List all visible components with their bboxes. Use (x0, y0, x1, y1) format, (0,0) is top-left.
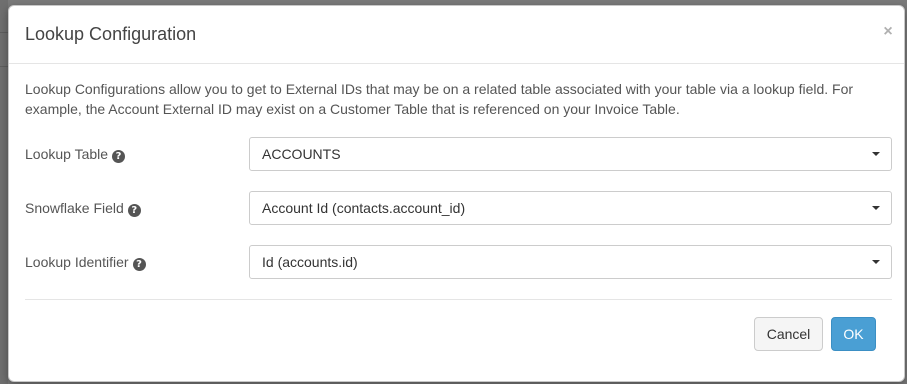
close-button[interactable]: × (880, 22, 896, 42)
lookup-table-label: Lookup Table? (25, 146, 126, 163)
ok-button[interactable]: OK (831, 317, 876, 351)
chevron-down-icon (872, 260, 880, 264)
description-text: Lookup Configurations allow you to get t… (25, 81, 854, 117)
footer-divider (25, 299, 892, 300)
lookup-identifier-row: Lookup Identifier? Id (accounts.id) (25, 245, 892, 279)
snowflake-field-value: Account Id (contacts.account_id) (262, 200, 466, 216)
snowflake-field-label: Snowflake Field? (25, 200, 141, 217)
modal-header: Lookup Configuration × (9, 6, 904, 64)
lookup-identifier-select[interactable]: Id (accounts.id) (249, 245, 892, 279)
lookup-table-row: Lookup Table? ACCOUNTS (25, 137, 892, 171)
lookup-configuration-dialog: Lookup Configuration × Lookup Configurat… (8, 5, 905, 382)
lookup-table-select[interactable]: ACCOUNTS (249, 137, 892, 171)
question-circle-icon[interactable]: ? (127, 204, 141, 217)
lookup-identifier-label: Lookup Identifier? (25, 254, 146, 271)
question-circle-icon[interactable]: ? (112, 150, 126, 163)
modal-title: Lookup Configuration (25, 24, 197, 44)
chevron-down-icon (872, 152, 880, 156)
chevron-down-icon (872, 206, 880, 210)
cancel-button[interactable]: Cancel (754, 317, 823, 351)
lookup-table-value: ACCOUNTS (262, 146, 341, 162)
lookup-identifier-value: Id (accounts.id) (262, 254, 358, 270)
backdrop-line (0, 66, 8, 67)
snowflake-field-select[interactable]: Account Id (contacts.account_id) (249, 191, 892, 225)
snowflake-field-row: Snowflake Field? Account Id (contacts.ac… (25, 191, 892, 225)
question-circle-icon[interactable]: ? (132, 258, 146, 271)
modal-body: Lookup Configurations allow you to get t… (9, 64, 904, 119)
backdrop-line (0, 32, 8, 33)
modal-backdrop (0, 0, 8, 384)
